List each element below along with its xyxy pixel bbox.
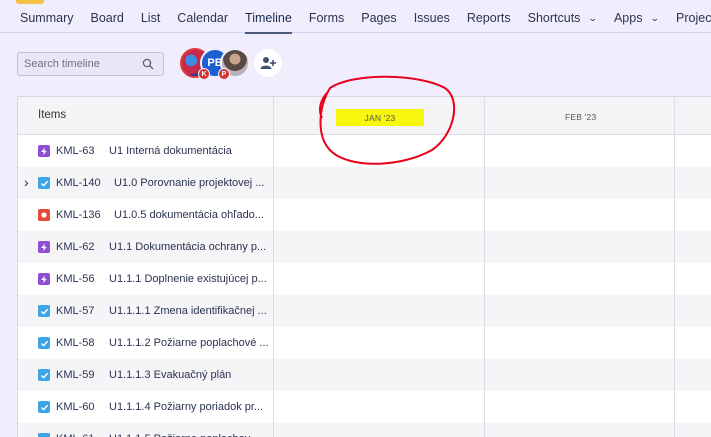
issue-row[interactable]: KML-62 U1.1 Dokumentácia ochrany p... xyxy=(18,231,273,263)
task-icon xyxy=(38,433,50,437)
epic-icon xyxy=(38,241,50,253)
issue-key: KML-62 xyxy=(56,241,95,253)
month-label: JAN '23 xyxy=(364,112,396,123)
issue-key: KML-57 xyxy=(56,305,95,317)
issue-key: KML-136 xyxy=(56,209,101,221)
issue-key: KML-60 xyxy=(56,401,95,413)
timeline-row: KML-136 U1.0.5 dokumentácia ohľado... xyxy=(18,199,711,231)
issue-summary: U1.1.1.3 Evakuačný plán xyxy=(109,369,232,381)
tab-pages[interactable]: Pages xyxy=(361,4,396,33)
tab-reports[interactable]: Reports xyxy=(467,4,511,33)
task-icon xyxy=(38,401,50,413)
issue-summary: U1.0 Porovnanie projektovej ... xyxy=(114,177,265,189)
tab-apps-label: Apps xyxy=(613,10,643,25)
items-column-header: Items xyxy=(38,109,67,121)
timeline-header: Items JAN '23 FEB '23 xyxy=(18,97,711,135)
column-divider xyxy=(674,97,675,437)
issue-summary: U1.1.1 Doplnenie existujúcej p... xyxy=(109,273,267,285)
tab-calendar[interactable]: Calendar xyxy=(177,4,228,33)
tab-project-settings[interactable]: Project se xyxy=(676,4,711,33)
issue-key: KML-61 xyxy=(56,433,95,437)
project-tabs: Summary Board List Calendar Timeline For… xyxy=(0,4,711,34)
tab-apps[interactable]: Apps ⌄ xyxy=(613,4,661,33)
issue-row[interactable]: KML-58 U1.1.1.2 Požiarne poplachové ... xyxy=(18,327,273,359)
tab-shortcuts-label: Shortcuts xyxy=(527,10,581,25)
issue-summary: U1 Interná dokumentácia xyxy=(109,145,232,157)
epic-icon xyxy=(38,145,50,157)
timeline-row: KML-57 U1.1.1.1 Zmena identifikačnej ... xyxy=(18,295,711,327)
task-icon xyxy=(38,369,50,381)
avatar-badge: P xyxy=(218,68,230,80)
timeline-row: KML-58 U1.1.1.2 Požiarne poplachové ... xyxy=(18,327,711,359)
issue-key: KML-58 xyxy=(56,337,95,349)
issue-summary: U1.1.1.2 Požiarne poplachové ... xyxy=(109,337,269,349)
tab-shortcuts[interactable]: Shortcuts ⌄ xyxy=(527,4,599,33)
issue-row[interactable]: KML-56 U1.1.1 Doplnenie existujúcej p... xyxy=(18,263,273,295)
epic-icon xyxy=(38,273,50,285)
column-divider xyxy=(484,97,485,437)
issue-summary: U1.1.1.1 Zmena identifikačnej ... xyxy=(109,305,267,317)
tab-board[interactable]: Board xyxy=(90,4,123,33)
issue-row[interactable]: KML-61 U1.1.1.5 Požiarne poplachov... xyxy=(18,423,273,437)
timeline-row: KML-56 U1.1.1 Doplnenie existujúcej p... xyxy=(18,263,711,295)
issue-row[interactable]: KML-60 U1.1.1.4 Požiarny poriadok pr... xyxy=(18,391,273,423)
tab-issues[interactable]: Issues xyxy=(414,4,450,33)
issue-row[interactable]: KML-57 U1.1.1.1 Zmena identifikačnej ... xyxy=(18,295,273,327)
timeline-row: KML-62 U1.1 Dokumentácia ochrany p... xyxy=(18,231,711,263)
task-icon xyxy=(38,305,50,317)
search-timeline xyxy=(17,52,164,76)
search-input[interactable] xyxy=(24,58,134,70)
month-header-jan: JAN '23 xyxy=(336,109,424,126)
issue-summary: U1.0.5 dokumentácia ohľado... xyxy=(114,209,264,221)
issue-row[interactable]: KML-59 U1.1.1.3 Evakuačný plán xyxy=(18,359,273,391)
issue-row[interactable]: › KML-140 U1.0 Porovnanie projektovej ... xyxy=(18,167,273,199)
chevron-down-icon: ⌄ xyxy=(650,12,661,23)
chevron-right-icon[interactable]: › xyxy=(24,174,29,190)
bug-icon xyxy=(38,209,50,221)
task-icon xyxy=(38,177,50,189)
avatar-badge: K xyxy=(198,68,210,80)
timeline-row: KML-59 U1.1.1.3 Evakuačný plán xyxy=(18,359,711,391)
chevron-down-icon: ⌄ xyxy=(588,12,599,23)
timeline-row: KML-63 U1 Interná dokumentácia xyxy=(18,135,711,167)
add-people-button[interactable] xyxy=(254,49,282,77)
timeline-row: › KML-140 U1.0 Porovnanie projektovej ... xyxy=(18,167,711,199)
issue-key: KML-59 xyxy=(56,369,95,381)
issue-row[interactable]: KML-63 U1 Interná dokumentácia xyxy=(18,135,273,167)
issue-key: KML-63 xyxy=(56,145,95,157)
timeline-row: KML-61 U1.1.1.5 Požiarne poplachov... xyxy=(18,423,711,437)
issue-key: KML-56 xyxy=(56,273,95,285)
issue-key: KML-140 xyxy=(56,177,101,189)
timeline-grid: Items JAN '23 FEB '23 KML-63 U1 Interná d… xyxy=(17,96,711,437)
column-divider xyxy=(273,97,274,437)
search-icon xyxy=(142,58,154,70)
issue-summary: U1.1.1.4 Požiarny poriadok pr... xyxy=(109,401,264,413)
tab-summary[interactable]: Summary xyxy=(20,4,73,33)
tab-list[interactable]: List xyxy=(141,4,160,33)
add-person-icon xyxy=(260,57,276,69)
month-header-feb: FEB '23 xyxy=(565,112,597,122)
tab-timeline[interactable]: Timeline xyxy=(245,4,292,34)
timeline-row: KML-60 U1.1.1.4 Požiarny poriadok pr... xyxy=(18,391,711,423)
issue-summary: U1.1 Dokumentácia ochrany p... xyxy=(109,241,267,253)
tab-forms[interactable]: Forms xyxy=(309,4,344,33)
task-icon xyxy=(38,337,50,349)
issue-summary: U1.1.1.5 Požiarne poplachov... xyxy=(109,433,259,437)
issue-row[interactable]: KML-136 U1.0.5 dokumentácia ohľado... xyxy=(18,199,273,231)
